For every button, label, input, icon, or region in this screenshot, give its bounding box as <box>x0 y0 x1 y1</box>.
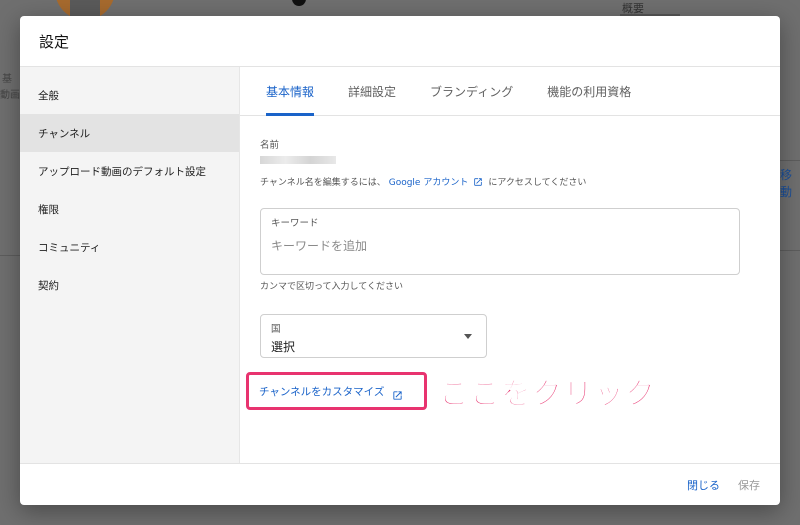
background-move-link: 移動 <box>780 168 793 199</box>
country-select[interactable]: 国 選択 <box>260 314 487 358</box>
keyword-field[interactable]: キーワード <box>260 208 740 275</box>
customize-channel-highlight[interactable]: チャンネルをカスタマイズ <box>246 372 427 410</box>
sidebar-item-channel[interactable]: チャンネル <box>20 114 239 152</box>
channel-name-value-blurred <box>260 156 336 164</box>
keyword-input[interactable] <box>271 239 711 253</box>
background-left-text-2: 動画 <box>0 90 20 101</box>
name-label: 名前 <box>260 140 280 151</box>
settings-sidebar: 全般 チャンネル アップロード動画のデフォルト設定 権限 コミュニティ 契約 <box>20 67 240 463</box>
background-avatar-detail <box>70 0 100 16</box>
name-help-suffix: にアクセスしてください <box>488 178 587 188</box>
chevron-down-icon <box>464 334 472 339</box>
google-account-link[interactable]: Google アカウント <box>389 175 469 188</box>
customize-channel-link[interactable]: チャンネルをカスタマイズ <box>259 384 384 399</box>
background-divider <box>780 250 800 251</box>
name-help-text: チャンネル名を編集するには、 Google アカウント にアクセスしてください <box>260 175 586 188</box>
tab-advanced-settings[interactable]: 詳細設定 <box>348 67 396 115</box>
keyword-help-text: カンマで区切って入力してください <box>260 282 404 292</box>
country-selected-value: 選択 <box>271 340 296 354</box>
channel-tabs: 基本情報 詳細設定 ブランディング 機能の利用資格 <box>240 67 780 116</box>
external-link-icon[interactable] <box>392 386 402 400</box>
background-dot <box>292 0 306 6</box>
sidebar-item-upload-defaults[interactable]: アップロード動画のデフォルト設定 <box>20 152 239 190</box>
click-here-annotation: ここをクリック <box>439 377 656 413</box>
sidebar-item-community[interactable]: コミュニティ <box>20 228 239 266</box>
close-button[interactable]: 閉じる <box>687 477 720 493</box>
sidebar-item-general[interactable]: 全般 <box>20 76 239 114</box>
name-help-prefix: チャンネル名を編集するには、 <box>260 178 386 188</box>
dialog-header: 設定 <box>20 16 780 67</box>
external-link-icon[interactable] <box>473 177 483 187</box>
country-label: 国 <box>271 324 281 335</box>
tab-basic-info[interactable]: 基本情報 <box>266 67 315 116</box>
sidebar-item-permissions[interactable]: 権限 <box>20 190 239 228</box>
background-left-text-1: 基 <box>2 74 12 85</box>
background-divider <box>0 255 20 256</box>
settings-dialog: 設定 全般 チャンネル アップロード動画のデフォルト設定 権限 コミュニティ 契… <box>20 16 780 505</box>
tab-branding[interactable]: ブランディング <box>430 67 513 115</box>
dialog-title: 設定 <box>39 32 70 51</box>
tab-feature-eligibility[interactable]: 機能の利用資格 <box>547 67 631 115</box>
save-button[interactable]: 保存 <box>738 477 760 493</box>
dialog-footer: 閉じる 保存 <box>20 463 780 505</box>
keyword-label: キーワード <box>271 218 319 229</box>
channel-settings-panel: 基本情報 詳細設定 ブランディング 機能の利用資格 名前 チャンネル名を編集する… <box>240 67 780 463</box>
dialog-body: 全般 チャンネル アップロード動画のデフォルト設定 権限 コミュニティ 契約 基… <box>20 67 780 463</box>
sidebar-item-agreements[interactable]: 契約 <box>20 266 239 304</box>
background-divider <box>780 160 800 161</box>
